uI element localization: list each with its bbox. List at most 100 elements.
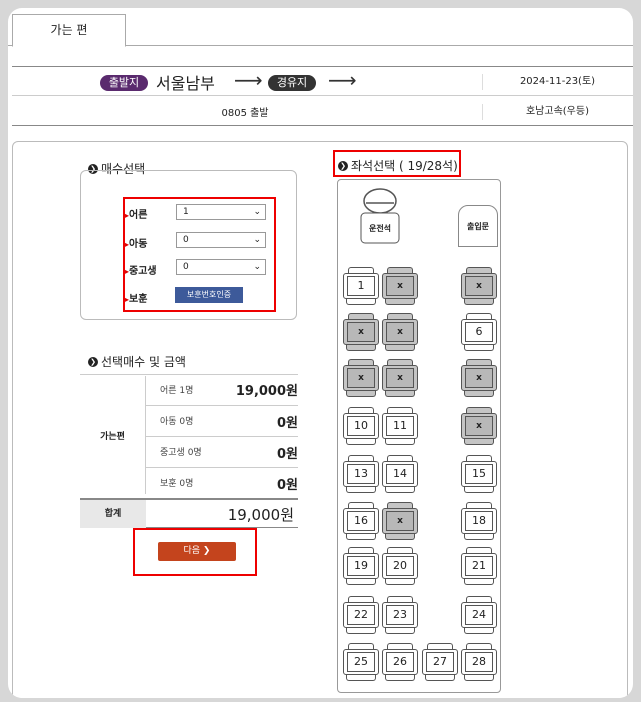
seat-number: 21 bbox=[465, 556, 493, 576]
seat-base bbox=[385, 628, 415, 634]
seat-number: x bbox=[347, 368, 375, 388]
seat-available[interactable]: 14 bbox=[382, 455, 418, 495]
adult-select[interactable]: 1 ⌄ bbox=[176, 204, 266, 220]
total-label: 합계 bbox=[80, 500, 146, 528]
seat-number: 24 bbox=[465, 605, 493, 625]
seat-number: 6 bbox=[465, 322, 493, 342]
price-line-amount: 0원 bbox=[276, 416, 298, 431]
seat-base bbox=[385, 534, 415, 540]
seat-occupied: x bbox=[382, 359, 418, 399]
seat-number: 27 bbox=[426, 652, 454, 672]
seat-base bbox=[464, 675, 494, 681]
price-line-label: 보훈 0명 bbox=[160, 479, 194, 489]
seat-number: x bbox=[386, 511, 414, 531]
seat-available[interactable]: 11 bbox=[382, 407, 418, 447]
seat-occupied: x bbox=[382, 502, 418, 542]
seat-number: x bbox=[465, 276, 493, 296]
seat-available[interactable]: 16 bbox=[343, 502, 379, 542]
tab-bar: 가는 편 bbox=[8, 8, 633, 47]
seat-base bbox=[464, 299, 494, 305]
divider bbox=[146, 436, 298, 437]
student-label: ▸중고생 bbox=[125, 266, 157, 277]
seat-available[interactable]: 15 bbox=[461, 455, 497, 495]
seat-number: x bbox=[386, 322, 414, 342]
seat-base bbox=[385, 299, 415, 305]
price-line-amount: 19,000원 bbox=[235, 384, 298, 399]
seat-base bbox=[346, 487, 376, 493]
seat-number: 16 bbox=[347, 511, 375, 531]
seat-number: x bbox=[465, 368, 493, 388]
seat-occupied: x bbox=[461, 407, 497, 447]
seat-base bbox=[464, 534, 494, 540]
total-amount: 19,000원 bbox=[227, 506, 294, 524]
seat-available[interactable]: 10 bbox=[343, 407, 379, 447]
seat-available[interactable]: 28 bbox=[461, 643, 497, 683]
price-section-title-text: 선택매수 및 금액 bbox=[101, 355, 186, 369]
seat-available[interactable]: 23 bbox=[382, 596, 418, 636]
seat-available[interactable]: 1 bbox=[343, 267, 379, 307]
price-line-label: 어른 1명 bbox=[160, 386, 194, 396]
departure-time: 0805 출발 bbox=[221, 108, 269, 119]
trip-label: 가는편 bbox=[80, 376, 146, 494]
seat-base bbox=[346, 628, 376, 634]
seat-base bbox=[385, 487, 415, 493]
divider bbox=[80, 374, 298, 375]
bus-type: 호남고속(우등) bbox=[482, 104, 632, 120]
veteran-auth-button[interactable]: 보훈번호인증 bbox=[175, 287, 243, 303]
chevron-down-icon: ⌄ bbox=[253, 207, 261, 217]
seat-base bbox=[385, 345, 415, 351]
seat-number: 22 bbox=[347, 605, 375, 625]
divider bbox=[146, 405, 298, 406]
tab-outbound[interactable]: 가는 편 bbox=[12, 14, 126, 47]
seat-base bbox=[425, 675, 455, 681]
seat-base bbox=[346, 391, 376, 397]
seat-available[interactable]: 18 bbox=[461, 502, 497, 542]
seat-number: 23 bbox=[386, 605, 414, 625]
seat-number: 14 bbox=[386, 464, 414, 484]
next-button[interactable]: 다음 ❯ bbox=[158, 542, 236, 561]
seat-occupied: x bbox=[382, 313, 418, 353]
seat-available[interactable]: 6 bbox=[461, 313, 497, 353]
seat-base bbox=[385, 579, 415, 585]
chevron-down-icon: ⌄ bbox=[253, 235, 261, 245]
price-line-amount: 0원 bbox=[276, 478, 298, 493]
price-line-amount: 0원 bbox=[276, 447, 298, 462]
seat-base bbox=[346, 675, 376, 681]
driver-seat: 운전석 bbox=[358, 185, 402, 245]
seat-base bbox=[346, 579, 376, 585]
departure-badge: 출발지 bbox=[100, 75, 148, 91]
child-select[interactable]: 0 ⌄ bbox=[176, 232, 266, 248]
divider bbox=[146, 467, 298, 468]
chevron-down-icon: ⌄ bbox=[253, 262, 261, 272]
seat-number: 20 bbox=[386, 556, 414, 576]
seat-base bbox=[464, 628, 494, 634]
seat-number: 15 bbox=[465, 464, 493, 484]
seat-number: x bbox=[465, 416, 493, 436]
steering-wheel-icon bbox=[360, 188, 400, 244]
seat-base bbox=[464, 487, 494, 493]
price-line-label: 중고생 0명 bbox=[160, 448, 202, 458]
seat-available[interactable]: 21 bbox=[461, 547, 497, 587]
seat-number: 1 bbox=[347, 276, 375, 296]
seat-base bbox=[346, 345, 376, 351]
seat-available[interactable]: 24 bbox=[461, 596, 497, 636]
student-select[interactable]: 0 ⌄ bbox=[176, 259, 266, 275]
seat-base bbox=[464, 439, 494, 445]
schedule-row: 0805 출발 호남고속(우등) bbox=[12, 96, 633, 126]
total-row: 합계 19,000원 bbox=[80, 498, 298, 528]
seat-base bbox=[464, 391, 494, 397]
seat-section-title: ❯ 좌석선택 ( 19/28석) bbox=[338, 157, 458, 174]
seat-available[interactable]: 26 bbox=[382, 643, 418, 683]
seat-available[interactable]: 27 bbox=[422, 643, 458, 683]
seat-available[interactable]: 22 bbox=[343, 596, 379, 636]
seat-available[interactable]: 13 bbox=[343, 455, 379, 495]
seat-number: 11 bbox=[386, 416, 414, 436]
seat-number: x bbox=[386, 276, 414, 296]
seat-number: 19 bbox=[347, 556, 375, 576]
seat-available[interactable]: 25 bbox=[343, 643, 379, 683]
seat-available[interactable]: 19 bbox=[343, 547, 379, 587]
arrow-icon: ⟶ bbox=[234, 68, 263, 92]
seat-available[interactable]: 20 bbox=[382, 547, 418, 587]
seat-number: 13 bbox=[347, 464, 375, 484]
veteran-label: ▸보훈 bbox=[125, 294, 148, 305]
